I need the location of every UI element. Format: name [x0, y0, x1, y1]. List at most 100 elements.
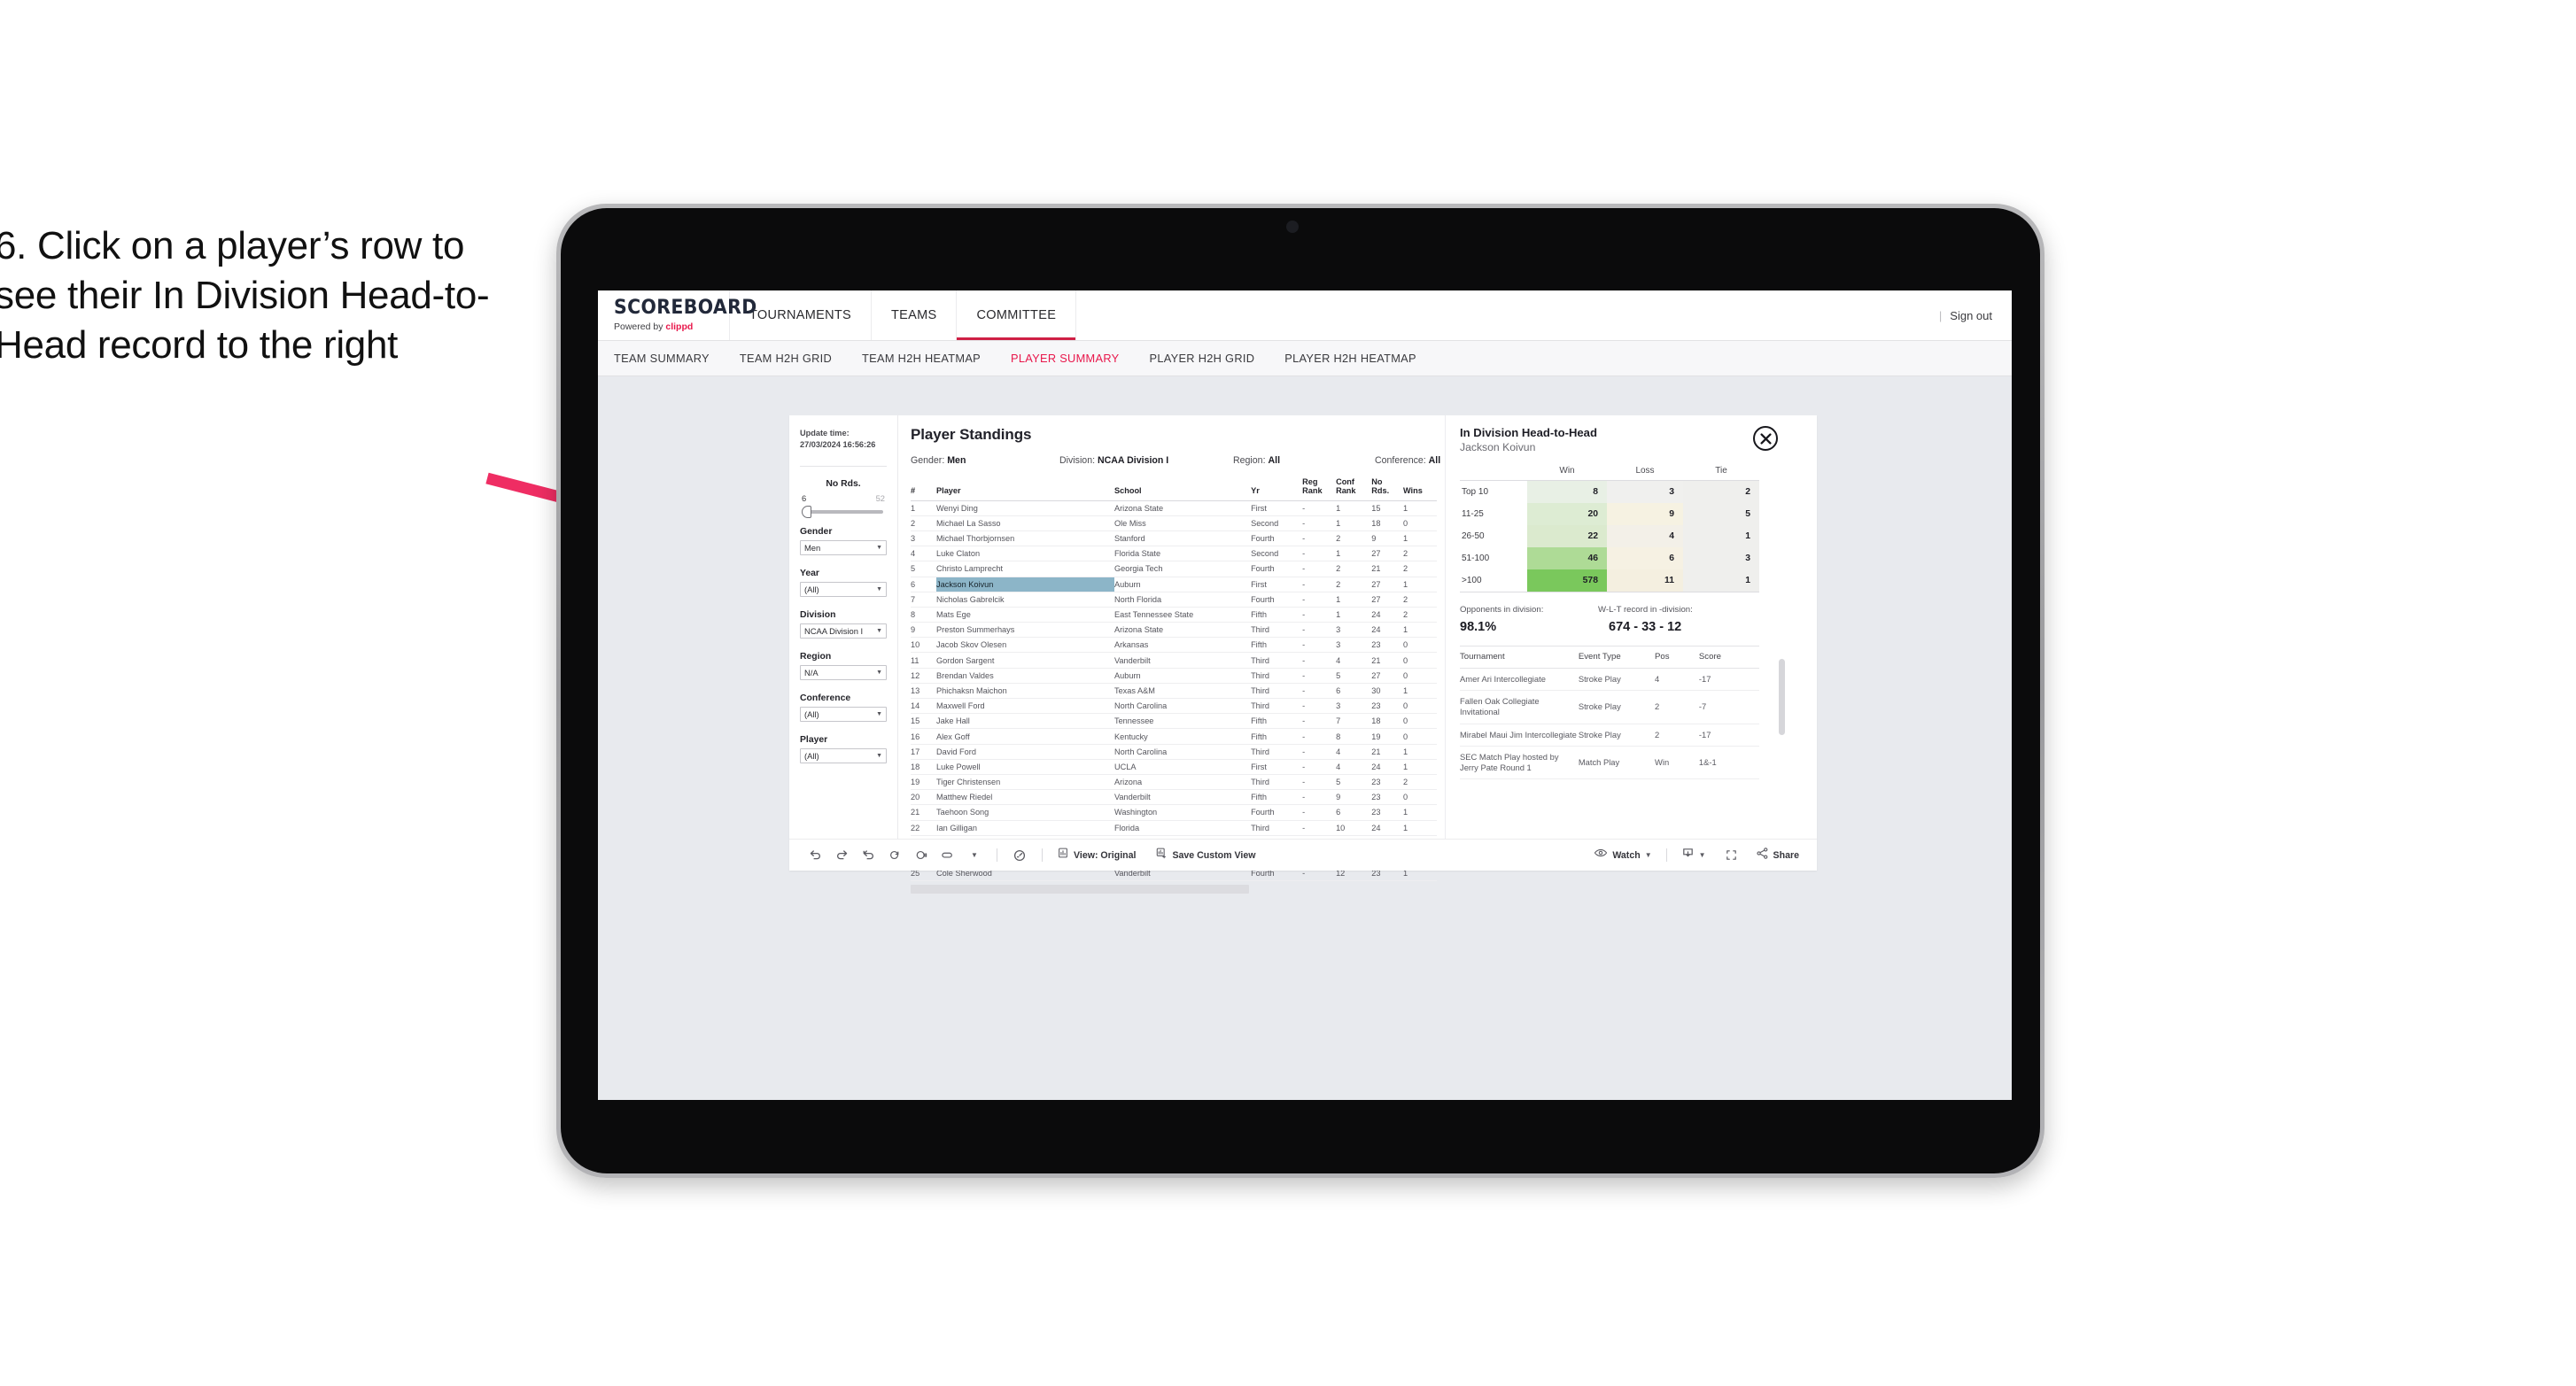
cell-reg-rank: - — [1302, 698, 1337, 715]
table-row[interactable]: 8 Mats Ege East Tennessee State Fifth -1 24 2 — [911, 607, 1437, 623]
dropdown-caret-icon[interactable]: ▼ — [961, 844, 988, 867]
tab-player-h2h-grid[interactable]: PLAYER H2H GRID — [1150, 352, 1255, 365]
cell-pos: Win — [1655, 746, 1699, 780]
cell-no-rds: 23 — [1371, 637, 1403, 654]
presentation-icon[interactable] — [1006, 844, 1033, 867]
tab-player-summary[interactable]: PLAYER SUMMARY — [1011, 352, 1119, 365]
sign-out-link[interactable]: Sign out — [1950, 309, 1992, 322]
cell-rank: 14 — [911, 698, 937, 715]
tournament-row[interactable]: SEC Match Play hosted by Jerry Pate Roun… — [1460, 746, 1759, 780]
close-circle-icon[interactable] — [1753, 426, 1778, 451]
table-row[interactable]: 1 Wenyi Ding Arizona State First -1 15 1 — [911, 500, 1437, 516]
cell-school: Arkansas — [1113, 637, 1252, 654]
tournament-row[interactable]: Mirabel Maui Jim Intercollegiate Stroke P… — [1460, 724, 1759, 747]
cell-player: Tiger Christensen — [936, 774, 1114, 791]
tournament-col-tournament: Tournament — [1460, 652, 1579, 669]
watch-button[interactable]: Watch ▼ — [1588, 847, 1657, 863]
filter-conference-select[interactable]: (All) ▼ — [800, 706, 887, 722]
update-time-label: Update time: — [800, 429, 850, 437]
meta-region-value: All — [1268, 455, 1281, 466]
download-button[interactable]: ▼ — [1676, 847, 1711, 864]
table-row[interactable]: 17 David Ford North Carolina Third -4 21 1 — [911, 744, 1437, 760]
app-header: SCOREBOARD Powered by clippd TOURNAMENTS… — [598, 290, 2012, 341]
pause-auto-update-icon[interactable] — [908, 844, 935, 867]
no-rounds-slider-handle[interactable] — [802, 505, 811, 518]
table-row[interactable]: 4 Luke Claton Florida State Second -1 27 2 — [911, 546, 1437, 562]
cell-rank: 11 — [911, 652, 937, 669]
table-row[interactable]: 20 Matthew Riedel Vanderbilt Fifth -9 23 0 — [911, 789, 1437, 806]
table-row[interactable]: 22 Ian Gilligan Florida Third -10 24 1 — [911, 820, 1437, 836]
h2h-summary-stats: Opponents in division: 98.1% W-L-T recor… — [1460, 605, 1780, 634]
cell-wins: 1 — [1402, 759, 1437, 775]
nav-teams[interactable]: TEAMS — [871, 290, 956, 340]
cell-player: Gordon Sargent — [936, 652, 1114, 669]
fullscreen-icon[interactable] — [1719, 844, 1745, 867]
secondary-nav: TEAM SUMMARY TEAM H2H GRID TEAM H2H HEAT… — [598, 341, 2012, 376]
heatmap-cell-win: 578 — [1527, 569, 1607, 592]
filter-region-select[interactable]: N/A ▼ — [800, 664, 887, 680]
heatmap-row: 51-100 46 6 3 — [1460, 547, 1759, 569]
table-row[interactable]: 10 Jacob Skov Olesen Arkansas Fifth -3 23 0 — [911, 637, 1437, 654]
table-row[interactable]: 5 Christo Lamprecht Georgia Tech Fourth -2 21… — [911, 561, 1437, 577]
cell-wins: 1 — [1402, 530, 1437, 547]
tab-team-summary[interactable]: TEAM SUMMARY — [614, 352, 710, 365]
table-row[interactable]: 18 Luke Powell UCLA First -4 24 1 — [911, 759, 1437, 775]
filter-division-select[interactable]: NCAA Division I ▼ — [800, 623, 887, 639]
filter-year-select[interactable]: (All) ▼ — [800, 581, 887, 597]
undo-icon[interactable] — [802, 844, 828, 867]
table-row[interactable]: 19 Tiger Christensen Arizona Third -5 23 2 — [911, 774, 1437, 791]
heatmap-cell-tie: 5 — [1683, 503, 1759, 525]
filter-gender-select[interactable]: Men ▼ — [800, 539, 887, 555]
cell-event-type: Stroke Play — [1578, 668, 1656, 692]
tournament-row[interactable]: Amer Ari Intercollegiate Stroke Play 4 -17 — [1460, 668, 1759, 692]
table-row[interactable]: 2 Michael La Sasso Ole Miss Second -1 18 0 — [911, 515, 1437, 531]
redo-icon[interactable] — [828, 844, 855, 867]
cell-rank: 19 — [911, 774, 937, 791]
cell-school: North Florida — [1113, 592, 1252, 608]
table-row[interactable]: 3 Michael Thorbjornsen Stanford Fourth -2 9 1 — [911, 530, 1437, 547]
table-row[interactable]: 15 Jake Hall Tennessee Fifth -7 18 0 — [911, 713, 1437, 730]
nav-committee[interactable]: COMMITTEE — [956, 290, 1077, 340]
tab-team-h2h-heatmap[interactable]: TEAM H2H HEATMAP — [862, 352, 981, 365]
tab-team-h2h-grid[interactable]: TEAM H2H GRID — [740, 352, 832, 365]
tab-player-h2h-heatmap[interactable]: PLAYER H2H HEATMAP — [1284, 352, 1416, 365]
table-row[interactable]: 21 Taehoon Song Washington Fourth -6 23 1 — [911, 804, 1437, 821]
table-row[interactable]: 16 Alex Goff Kentucky Fifth -8 19 0 — [911, 728, 1437, 745]
filter-player-select[interactable]: (All) ▼ — [800, 747, 887, 763]
table-row[interactable]: 6 Jackson Koivun Auburn First -2 27 1 — [911, 577, 1437, 592]
cell-conf-rank: 5 — [1336, 774, 1372, 791]
column-header-school[interactable]: School — [1113, 476, 1252, 501]
share-button[interactable]: Share — [1750, 847, 1804, 864]
column-header-wins[interactable]: Wins — [1402, 476, 1437, 501]
column-header-conf-rank[interactable]: Conf Rank — [1336, 476, 1372, 501]
table-row[interactable]: 12 Brendan Valdes Auburn Third -5 27 0 — [911, 668, 1437, 684]
no-rounds-slider[interactable] — [802, 505, 883, 518]
column-header-yr[interactable]: Yr — [1251, 476, 1303, 501]
column-header-player[interactable]: Player — [936, 476, 1114, 501]
heatmap-header-row: Win Loss Tie — [1460, 466, 1759, 481]
column-header-no-rds[interactable]: No Rds. — [1371, 476, 1403, 501]
table-row[interactable]: 7 Nicholas Gabrelcik North Florida Fourth -1… — [911, 592, 1437, 608]
tournament-row[interactable]: Fallen Oak Collegiate Invitational Stroke… — [1460, 690, 1759, 724]
cell-conf-rank: 3 — [1336, 637, 1372, 654]
column-header-reg-rank[interactable]: Reg Rank — [1302, 476, 1337, 501]
stat-opponents-value: 98.1% — [1460, 620, 1497, 634]
table-row[interactable]: 9 Preston Summerhays Arizona State Third -3 2… — [911, 622, 1437, 639]
horizontal-scrollbar[interactable] — [911, 885, 1249, 894]
cell-school: Texas A&M — [1113, 683, 1252, 700]
column-header-rank[interactable]: # — [911, 476, 937, 501]
refresh-data-icon[interactable] — [881, 844, 908, 867]
toolbar-divider — [1042, 848, 1043, 862]
highlight-icon[interactable] — [935, 844, 961, 867]
tournament-vertical-scrollbar[interactable] — [1779, 659, 1785, 735]
table-row[interactable]: 14 Maxwell Ford North Carolina Third -3 23 0 — [911, 698, 1437, 715]
cell-wins: 1 — [1402, 744, 1437, 760]
save-custom-view-button[interactable]: Save Custom View — [1150, 847, 1261, 863]
view-original-button[interactable]: View: Original — [1051, 847, 1141, 863]
revert-icon[interactable] — [855, 844, 881, 867]
table-row[interactable]: 13 Phichaksn Maichon Texas A&M Third -6 30 1 — [911, 683, 1437, 700]
cell-conf-rank: 8 — [1336, 728, 1372, 745]
chevron-down-icon: ▼ — [876, 710, 882, 717]
head-to-head-panel: In Division Head-to-Head Jackson Koivun … — [1445, 415, 1792, 839]
table-row[interactable]: 11 Gordon Sargent Vanderbilt Third -4 21 0 — [911, 652, 1437, 669]
